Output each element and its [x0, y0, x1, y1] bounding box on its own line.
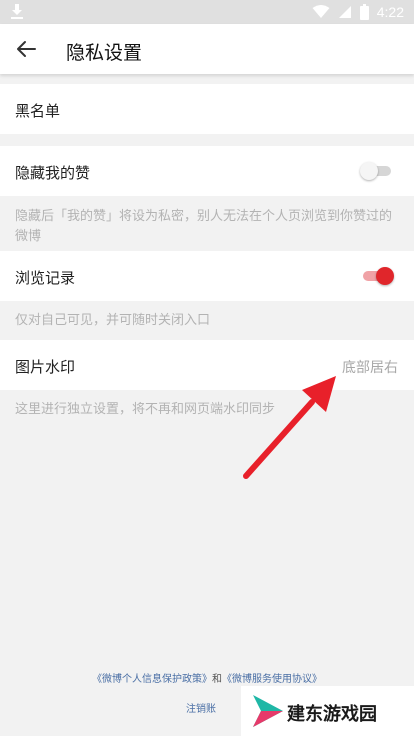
footer-links: 《微博个人信息保护政策》和《微博服务使用协议》 — [0, 670, 414, 685]
browse-history-toggle[interactable] — [360, 267, 394, 285]
battery-icon — [359, 4, 369, 20]
red-arrow-annotation — [243, 376, 336, 479]
image-watermark-label: 图片水印 — [15, 358, 76, 376]
browse-history-hint: 仅对自己可见，并可随时关闭入口 — [15, 313, 211, 328]
hide-likes-toggle[interactable] — [360, 162, 394, 180]
back-arrow-icon[interactable] — [14, 37, 38, 61]
blacklist-label: 黑名单 — [15, 102, 61, 120]
footer-conjunction: 和 — [212, 674, 222, 685]
service-agreement-link[interactable]: 《微博服务使用协议》 — [222, 674, 322, 685]
watermark-logo-icon — [253, 695, 283, 727]
signal-icon — [338, 6, 351, 18]
image-watermark-row[interactable]: 图片水印 底部居右 — [0, 340, 414, 390]
browse-history-label: 浏览记录 — [15, 269, 76, 287]
app-bar: 隐私设置 — [0, 24, 414, 74]
logout-link[interactable]: 注销账 — [186, 700, 216, 715]
wifi-icon — [312, 5, 330, 18]
image-watermark-value: 底部居右 — [342, 360, 398, 376]
blacklist-row[interactable]: 黑名单 — [0, 84, 414, 134]
page-title: 隐私设置 — [66, 42, 143, 64]
toggle-knob — [360, 162, 378, 180]
hide-likes-label: 隐藏我的赞 — [15, 164, 91, 182]
watermark-text: 建东游戏园 — [287, 704, 377, 725]
toggle-knob — [376, 267, 394, 285]
hide-likes-hint: 隐藏后「我的赞」将设为私密，别人无法在个人页浏览到你赞过的微博 — [15, 209, 393, 244]
browse-history-row: 浏览记录 — [0, 251, 414, 301]
site-watermark: 建东游戏园 — [241, 686, 414, 736]
privacy-policy-link[interactable]: 《微博个人信息保护政策》 — [92, 674, 212, 685]
hide-likes-row: 隐藏我的赞 — [0, 146, 414, 196]
download-icon — [11, 4, 23, 19]
status-time: 4:22 — [376, 4, 404, 20]
status-bar: 4:22 — [0, 0, 414, 24]
